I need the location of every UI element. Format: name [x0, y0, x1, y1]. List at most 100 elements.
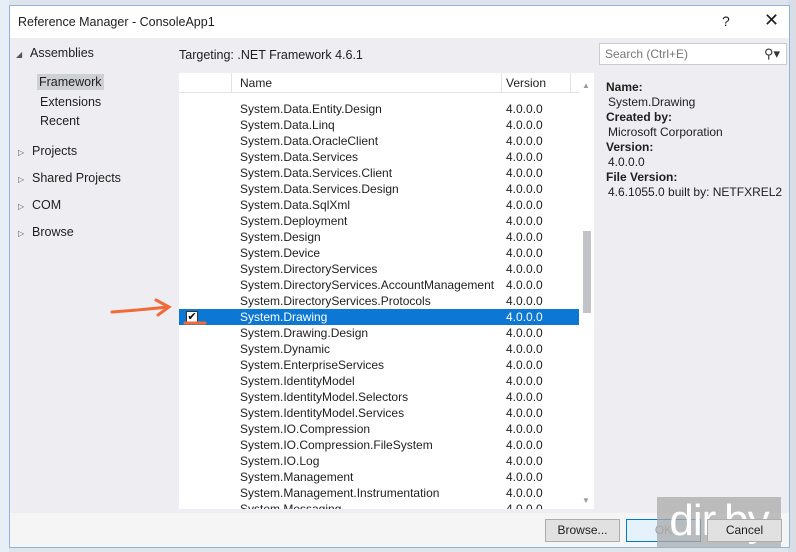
- assembly-version: 4.0.0.0: [506, 390, 543, 404]
- details-pane: Name: System.Drawing Created by: Microso…: [606, 80, 782, 200]
- assembly-name: System.IO.Log: [240, 454, 320, 468]
- expanded-arrow-icon: ◢: [16, 50, 23, 59]
- assembly-version: 4.0.0.0: [506, 486, 543, 500]
- assembly-name: System.Messaging: [240, 502, 342, 509]
- assembly-version: 4.0.0.0: [506, 182, 543, 196]
- assembly-name: System.Data.SqlXml: [240, 198, 351, 212]
- table-row[interactable]: System.Deployment 4.0.0.0: [179, 213, 579, 229]
- tree-com[interactable]: ▷ COM: [18, 198, 61, 212]
- collapsed-arrow-icon: ▷: [18, 202, 25, 211]
- assembly-version: 4.0.0.0: [506, 230, 543, 244]
- tree-assemblies[interactable]: ◢ Assemblies: [16, 46, 94, 60]
- scroll-up-icon[interactable]: ▲: [582, 81, 590, 90]
- tree-recent[interactable]: Recent: [40, 114, 80, 128]
- assembly-version: 4.0.0.0: [506, 422, 543, 436]
- tree-extensions[interactable]: Extensions: [40, 95, 101, 109]
- table-row[interactable]: System.Data.Entity.Design 4.0.0.0: [179, 101, 579, 117]
- table-row[interactable]: System.IO.Log 4.0.0.0: [179, 453, 579, 469]
- table-row[interactable]: System.IO.Compression 4.0.0.0: [179, 421, 579, 437]
- table-row[interactable]: System.DirectoryServices 4.0.0.0: [179, 261, 579, 277]
- assembly-name: System.IdentityModel.Services: [240, 406, 405, 420]
- collapsed-arrow-icon: ▷: [18, 229, 25, 238]
- assembly-name: System.Data.Entity.Design: [240, 102, 382, 116]
- table-row[interactable]: System.EnterpriseServices 4.0.0.0: [179, 357, 579, 373]
- row-checkbox[interactable]: ✔: [186, 311, 198, 323]
- table-row[interactable]: System.IdentityModel.Selectors 4.0.0.0: [179, 389, 579, 405]
- search-input[interactable]: Search (Ctrl+E) ⚲▾: [599, 43, 787, 65]
- assembly-name: System.Data.Services: [240, 150, 359, 164]
- table-row[interactable]: System.Management 4.0.0.0: [179, 469, 579, 485]
- assembly-version: 4.0.0.0: [506, 262, 543, 276]
- table-row[interactable]: System.Messaging 4.0.0.0: [179, 501, 579, 509]
- browse-button[interactable]: Browse...: [545, 519, 620, 542]
- assembly-version: 4.0.0.0: [506, 294, 543, 308]
- targeting-label: Targeting: .NET Framework 4.6.1: [179, 48, 363, 62]
- assembly-name: System.Management: [240, 470, 354, 484]
- assembly-version: 4.0.0.0: [506, 454, 543, 468]
- vertical-scrollbar[interactable]: ▲ ▼: [580, 81, 594, 509]
- assembly-version: 4.0.0.0: [506, 502, 543, 509]
- assembly-name: System.IdentityModel: [240, 374, 355, 388]
- assembly-name: System.Management.Instrumentation: [240, 486, 440, 500]
- assembly-version: 4.0.0.0: [506, 470, 543, 484]
- assembly-version: 4.0.0.0: [506, 406, 543, 420]
- table-row[interactable]: System.Data.OracleClient 4.0.0.0: [179, 133, 579, 149]
- cancel-button[interactable]: Cancel: [707, 519, 782, 542]
- close-button[interactable]: ✕: [764, 10, 779, 31]
- tree-browse[interactable]: ▷ Browse: [18, 225, 74, 239]
- assembly-version: 4.0.0.0: [506, 310, 543, 324]
- assembly-name: System.Drawing.Design: [240, 326, 369, 340]
- detail-value: 4.6.1055.0 built by: NETFXREL2: [608, 185, 783, 199]
- column-header-name[interactable]: Name: [231, 73, 501, 93]
- table-row[interactable]: System.Dynamic 4.0.0.0: [179, 341, 579, 357]
- detail-label: Version:: [606, 140, 654, 154]
- assembly-name: System.DirectoryServices.Protocols: [240, 294, 431, 308]
- table-row[interactable]: System.Data.Services.Design 4.0.0.0: [179, 181, 579, 197]
- list-header: Name Version: [179, 73, 579, 93]
- tree-projects[interactable]: ▷ Projects: [18, 144, 77, 158]
- table-row[interactable]: System.DirectoryServices.Protocols 4.0.0.…: [179, 293, 579, 309]
- detail-value: 4.0.0.0: [608, 155, 645, 169]
- detail-value: System.Drawing: [608, 95, 696, 109]
- assembly-version: 4.0.0.0: [506, 342, 543, 356]
- assembly-version: 4.0.0.0: [506, 118, 543, 132]
- tree-framework[interactable]: Framework: [37, 74, 104, 90]
- detail-label: File Version:: [606, 170, 678, 184]
- assembly-name: System.Dynamic: [240, 342, 331, 356]
- table-row[interactable]: System.IdentityModel 4.0.0.0: [179, 373, 579, 389]
- assembly-name: System.Deployment: [240, 214, 348, 228]
- tree-shared-projects[interactable]: ▷ Shared Projects: [18, 171, 121, 185]
- assembly-version: 4.0.0.0: [506, 134, 543, 148]
- window-title: Reference Manager - ConsoleApp1: [18, 15, 215, 29]
- assembly-version: 4.0.0.0: [506, 326, 543, 340]
- search-icon[interactable]: ⚲▾: [764, 46, 780, 62]
- assembly-name: System.Data.OracleClient: [240, 134, 379, 148]
- assembly-version: 4.0.0.0: [506, 278, 543, 292]
- table-row[interactable]: System.Data.Linq 4.0.0.0: [179, 117, 579, 133]
- assembly-version: 4.0.0.0: [506, 198, 543, 212]
- table-row[interactable]: System.Design 4.0.0.0: [179, 229, 579, 245]
- detail-label: Created by:: [606, 110, 673, 124]
- table-row[interactable]: System.Data.Services.Client 4.0.0.0: [179, 165, 579, 181]
- table-row[interactable]: System.IO.Compression.FileSystem 4.0.0.0: [179, 437, 579, 453]
- collapsed-arrow-icon: ▷: [18, 148, 25, 157]
- table-row[interactable]: ✔ System.Drawing 4.0.0.0: [179, 309, 579, 325]
- column-header-version[interactable]: Version: [501, 73, 571, 93]
- table-row[interactable]: System.Device 4.0.0.0: [179, 245, 579, 261]
- assembly-list: Name Version System.Data.Entity.Design 4.…: [179, 73, 594, 509]
- assembly-version: 4.0.0.0: [506, 438, 543, 452]
- help-button[interactable]: ?: [722, 13, 730, 29]
- collapsed-arrow-icon: ▷: [18, 175, 25, 184]
- table-row[interactable]: System.Management.Instrumentation 4.0.0.0: [179, 485, 579, 501]
- assembly-version: 4.0.0.0: [506, 150, 543, 164]
- table-row[interactable]: System.Data.SqlXml 4.0.0.0: [179, 197, 579, 213]
- table-row[interactable]: System.Drawing.Design 4.0.0.0: [179, 325, 579, 341]
- table-row[interactable]: System.IdentityModel.Services 4.0.0.0: [179, 405, 579, 421]
- scroll-down-icon[interactable]: ▼: [582, 496, 590, 505]
- assembly-name: System.IdentityModel.Selectors: [240, 390, 409, 404]
- table-row[interactable]: System.Data.Services 4.0.0.0: [179, 149, 579, 165]
- scrollbar-thumb[interactable]: [583, 231, 591, 313]
- background-window: [0, 0, 9, 552]
- table-row[interactable]: System.DirectoryServices.AccountManageme…: [179, 277, 579, 293]
- assembly-version: 4.0.0.0: [506, 166, 543, 180]
